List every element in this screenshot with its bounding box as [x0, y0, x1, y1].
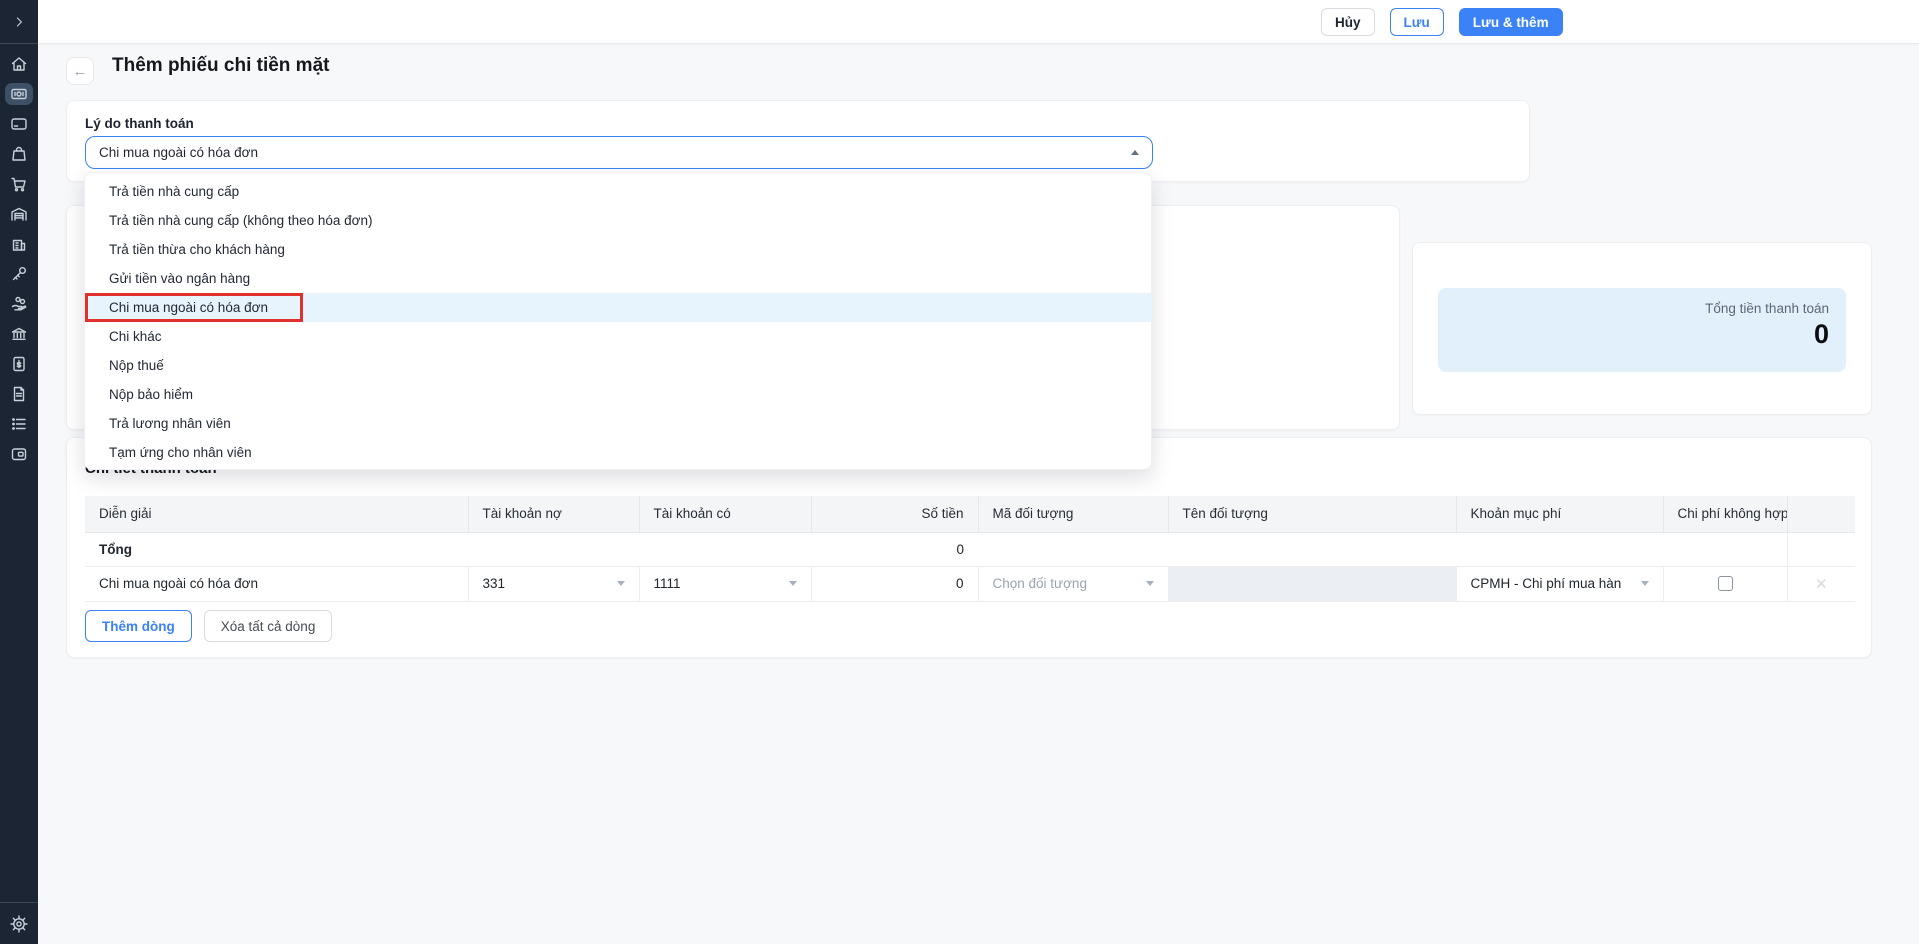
table-header-row: Diễn giải Tài khoản nợ Tài khoản có Số t… [85, 496, 1855, 532]
key-icon [9, 264, 29, 284]
chevron-right-icon [11, 14, 27, 30]
sidebar-item-settings[interactable] [0, 902, 38, 944]
sidebar-item-inventory[interactable] [5, 203, 33, 225]
save-and-add-button[interactable]: Lưu & thêm [1459, 8, 1563, 36]
arrow-left-icon: ← [73, 63, 88, 80]
dropdown-option[interactable]: Tạm ứng cho nhân viên [85, 438, 1151, 467]
building-icon [9, 234, 29, 254]
sidebar-item-cash[interactable] [5, 83, 33, 105]
object-code-select[interactable]: Chọn đối tượng [993, 576, 1154, 591]
chevron-down-icon [789, 581, 797, 586]
reason-select[interactable]: Chi mua ngoài có hóa đơn [85, 136, 1153, 169]
gear-icon [9, 914, 29, 934]
credit-card-icon [9, 114, 29, 134]
list-icon [9, 414, 29, 434]
shopping-cart-icon [9, 174, 29, 194]
total-row: Tổng 0 [85, 532, 1855, 566]
dropdown-option-selected[interactable]: Chi mua ngoài có hóa đơn [85, 293, 1151, 322]
reason-card: Lý do thanh toán Chi mua ngoài có hóa đơ… [66, 100, 1530, 182]
total-label: Tổng [85, 532, 468, 566]
dropdown-option[interactable]: Trả tiền nhà cung cấp (không theo hóa đơ… [85, 206, 1151, 235]
total-amount: 0 [811, 532, 978, 566]
chevron-down-icon [617, 581, 625, 586]
sidebar-item-sales[interactable] [5, 173, 33, 195]
home-icon [9, 54, 29, 74]
col-debit-account: Tài khoản nợ [468, 496, 639, 532]
dropdown-option[interactable]: Trả tiền thừa cho khách hàng [85, 235, 1151, 264]
dropdown-option[interactable]: Chi khác [85, 322, 1151, 351]
payment-details-table: Diễn giải Tài khoản nợ Tài khoản có Số t… [85, 496, 1855, 602]
col-amount: Số tiền [811, 496, 978, 532]
sidebar-item-company[interactable] [5, 233, 33, 255]
credit-account-value: 1111 [654, 576, 789, 591]
sidebar-item-reports[interactable] [5, 413, 33, 435]
dropdown-option[interactable]: Trả tiền nhà cung cấp [85, 177, 1151, 206]
total-payment-box: Tổng tiền thanh toán 0 [1438, 288, 1846, 372]
row-description: Chi mua ngoài có hóa đơn [85, 566, 468, 601]
col-unreasonable-expense: Chi phí không hợp lý [1663, 496, 1787, 532]
delete-all-rows-button[interactable]: Xóa tất cả dòng [204, 610, 333, 642]
amount-input[interactable]: 0 [811, 566, 978, 601]
sidebar-item-bank[interactable] [5, 323, 33, 345]
sidebar-item-wallet[interactable] [5, 443, 33, 465]
save-button[interactable]: Lưu [1390, 8, 1444, 36]
debit-account-select[interactable]: 331 [483, 576, 625, 591]
hand-coins-icon [9, 294, 29, 314]
table-row: Chi mua ngoài có hóa đơn 331 1111 0 [85, 566, 1855, 601]
wallet-icon [9, 444, 29, 464]
invoice-dollar-icon [9, 354, 29, 374]
dropdown-option[interactable]: Gửi tiền vào ngân hàng [85, 264, 1151, 293]
sidebar [0, 0, 38, 944]
sidebar-item-purchases[interactable] [5, 143, 33, 165]
sidebar-item-invoices[interactable] [5, 353, 33, 375]
col-description: Diễn giải [85, 496, 468, 532]
total-payment-value: 0 [1455, 319, 1829, 350]
total-payment-label: Tổng tiền thanh toán [1455, 301, 1829, 316]
add-row-button[interactable]: Thêm dòng [85, 610, 192, 642]
sidebar-item-tools[interactable] [5, 263, 33, 285]
reason-label: Lý do thanh toán [85, 116, 194, 131]
warehouse-icon [9, 204, 29, 224]
sidebar-item-home[interactable] [5, 53, 33, 75]
col-actions [1787, 496, 1855, 532]
col-credit-account: Tài khoản có [639, 496, 811, 532]
top-action-bar: Hủy Lưu Lưu & thêm [38, 0, 1919, 44]
chevron-down-icon [1146, 581, 1154, 586]
debit-account-value: 331 [483, 576, 617, 591]
col-object-name: Tên đối tượng [1168, 496, 1456, 532]
reason-select-value: Chi mua ngoài có hóa đơn [99, 145, 258, 160]
delete-row-button[interactable]: ✕ [1787, 566, 1855, 601]
payment-details-card: Chi tiết thanh toán Diễn giải Tài khoản … [66, 437, 1872, 658]
document-icon [9, 384, 29, 404]
expense-item-select[interactable]: CPMH - Chi phí mua hàn [1471, 576, 1649, 591]
page-title: Thêm phiếu chi tiền mặt [112, 55, 329, 77]
sidebar-item-documents[interactable] [5, 383, 33, 405]
reason-dropdown: Trả tiền nhà cung cấp Trả tiền nhà cung … [84, 172, 1152, 470]
chevron-down-icon [1641, 581, 1649, 586]
sidebar-item-payroll[interactable] [5, 293, 33, 315]
dropdown-option[interactable]: Nộp bảo hiểm [85, 380, 1151, 409]
cash-icon [9, 84, 29, 104]
object-code-placeholder: Chọn đối tượng [993, 576, 1146, 591]
sidebar-item-card[interactable] [5, 113, 33, 135]
unreasonable-checkbox[interactable] [1718, 576, 1733, 591]
object-name-cell [1168, 566, 1456, 601]
shopping-bag-icon [9, 144, 29, 164]
table-actions: Thêm dòng Xóa tất cả dòng [85, 610, 332, 642]
dropdown-option[interactable]: Trả lương nhân viên [85, 409, 1151, 438]
credit-account-select[interactable]: 1111 [654, 576, 797, 591]
sidebar-expand-button[interactable] [0, 0, 38, 44]
col-object-code: Mã đối tượng [978, 496, 1168, 532]
expense-item-value: CPMH - Chi phí mua hàn [1471, 576, 1641, 591]
bank-icon [9, 324, 29, 344]
back-button[interactable]: ← [66, 57, 94, 85]
col-expense-item: Khoản mục phí [1456, 496, 1663, 532]
chevron-up-icon [1131, 150, 1139, 155]
topbar-buttons: Hủy Lưu Lưu & thêm [1321, 8, 1563, 36]
dropdown-option[interactable]: Nộp thuế [85, 351, 1151, 380]
cancel-button[interactable]: Hủy [1321, 8, 1375, 36]
summary-card: Tổng tiền thanh toán 0 [1412, 242, 1872, 415]
sidebar-nav [0, 44, 38, 465]
